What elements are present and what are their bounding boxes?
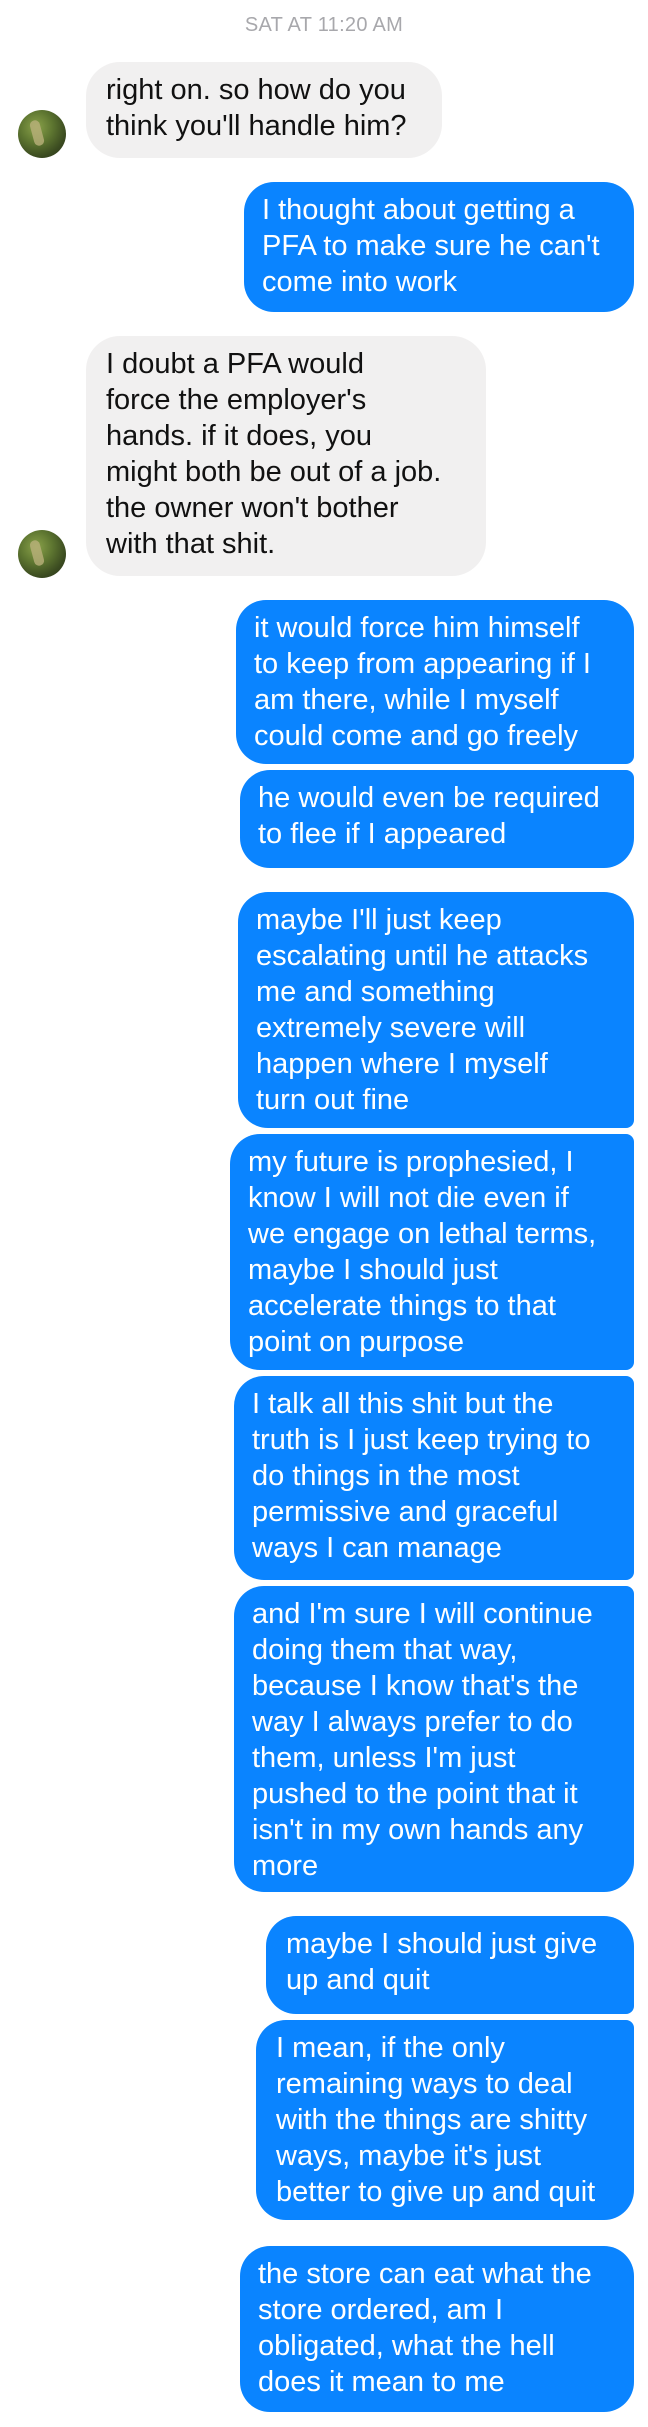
contact-avatar[interactable] (18, 530, 66, 578)
conversation-timestamp: SAT AT 11:20 AM (244, 14, 404, 36)
message-bubble-incoming[interactable]: I doubt a PFA would force the employer's… (86, 336, 486, 576)
contact-avatar[interactable] (18, 110, 66, 158)
message-bubble-outgoing[interactable]: I talk all this shit but the truth is I … (234, 1376, 634, 1580)
message-bubble-outgoing[interactable]: and I'm sure I will continue doing them … (234, 1586, 634, 1892)
message-bubble-outgoing[interactable]: I thought about getting a PFA to make su… (244, 182, 634, 312)
message-bubble-outgoing[interactable]: maybe I should just give up and quit (266, 1916, 634, 2014)
message-bubble-outgoing[interactable]: the store can eat what the store ordered… (240, 2246, 634, 2412)
message-bubble-outgoing[interactable]: my future is prophesied, I know I will n… (230, 1134, 634, 1370)
message-bubble-outgoing[interactable]: maybe I'll just keep escalating until he… (238, 892, 634, 1128)
message-bubble-outgoing[interactable]: he would even be required to flee if I a… (240, 770, 634, 868)
message-bubble-outgoing[interactable]: I mean, if the only remaining ways to de… (256, 2020, 634, 2220)
message-bubble-incoming[interactable]: right on. so how do you think you'll han… (86, 62, 442, 158)
message-bubble-outgoing[interactable]: it would force him himself to keep from … (236, 600, 634, 764)
